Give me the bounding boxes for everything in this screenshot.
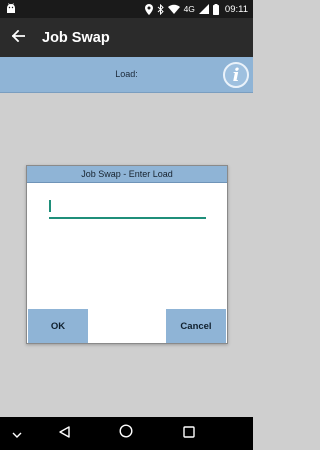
system-nav-bar — [0, 417, 253, 450]
load-label: Load: — [115, 69, 138, 79]
network-type: 4G — [183, 4, 195, 14]
back-button[interactable] — [0, 18, 36, 57]
cell-signal-icon — [198, 4, 209, 14]
location-icon — [144, 3, 153, 15]
android-icon — [6, 3, 16, 14]
dialog-title: Job Swap - Enter Load — [27, 166, 227, 183]
cancel-button[interactable]: Cancel — [166, 309, 226, 343]
nav-back-button[interactable] — [49, 417, 79, 450]
back-triangle-icon — [58, 425, 70, 443]
keyboard-hide-button[interactable] — [2, 417, 32, 450]
status-bar: 4G 09:11 — [0, 0, 253, 18]
wifi-icon — [167, 4, 180, 14]
text-cursor — [49, 200, 51, 212]
page-title: Job Swap — [42, 29, 110, 46]
ok-button[interactable]: OK — [28, 309, 88, 343]
battery-icon — [212, 3, 219, 15]
arrow-left-icon — [11, 29, 25, 47]
app-bar: Job Swap — [0, 18, 253, 57]
chevron-down-icon — [12, 425, 22, 443]
home-circle-icon — [119, 424, 133, 443]
bluetooth-icon — [157, 3, 164, 15]
load-input[interactable] — [49, 202, 206, 219]
load-input-wrapper — [49, 199, 206, 219]
recents-square-icon — [183, 425, 195, 443]
nav-home-button[interactable] — [111, 417, 141, 450]
info-bar: Load: i — [0, 57, 253, 93]
status-time: 09:11 — [224, 3, 248, 15]
enter-load-dialog: Job Swap - Enter Load OK Cancel — [26, 165, 228, 344]
nav-recents-button[interactable] — [174, 417, 204, 450]
info-icon: i — [232, 64, 240, 86]
info-button[interactable]: i — [223, 62, 249, 88]
